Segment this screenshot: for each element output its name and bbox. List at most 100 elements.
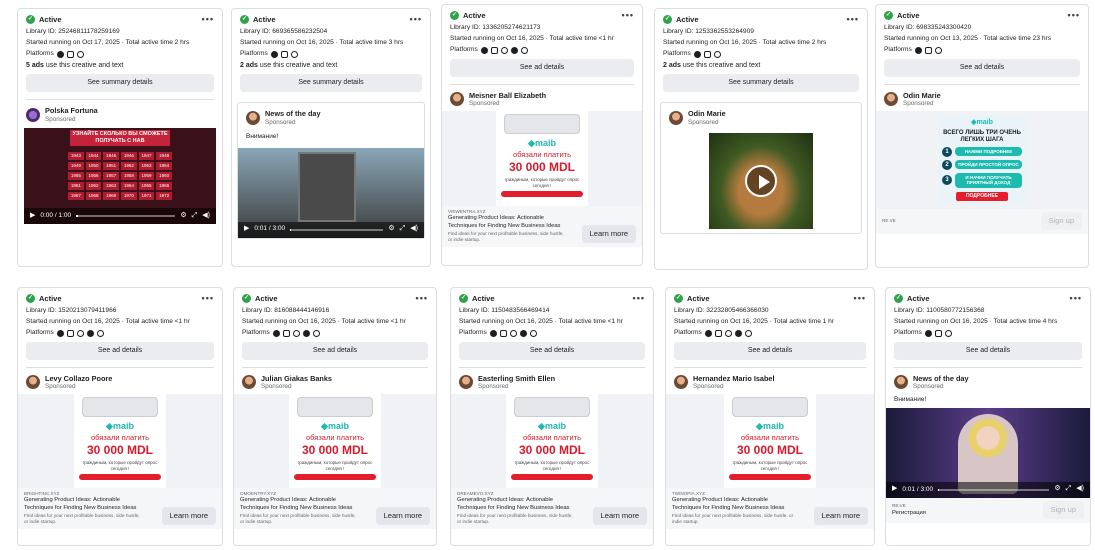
advertiser-name[interactable]: Odin Marie — [903, 91, 941, 100]
play-icon[interactable]: ▶ — [892, 485, 897, 494]
see-ad-details-button[interactable]: See ad details — [674, 341, 866, 360]
advertiser-name[interactable]: News of the day — [913, 374, 969, 383]
avatar[interactable] — [246, 110, 260, 125]
see-ad-details-button[interactable]: See ad details — [242, 341, 428, 360]
avatar[interactable] — [459, 375, 473, 390]
ad-image[interactable]: ◆maib обязали платить 30 000 MDL граждин… — [666, 393, 874, 488]
volume-icon[interactable]: ◀) — [1076, 485, 1084, 494]
sign-up-button[interactable]: Sign up — [1040, 211, 1082, 230]
advertiser-name[interactable]: News of the day — [265, 109, 321, 118]
platforms-label: Platforms — [674, 329, 702, 337]
learn-more-button[interactable]: Learn more — [161, 506, 216, 525]
advertiser-name[interactable]: Levy Collazo Poore — [45, 374, 112, 383]
more-options-icon[interactable]: ••• — [416, 293, 428, 304]
learn-more-button[interactable]: Learn more — [813, 506, 868, 525]
ad-image[interactable]: ◆maib обязали платить 30 000 MDL граждин… — [234, 393, 436, 488]
settings-icon[interactable]: ⚙ — [180, 212, 186, 221]
play-button-icon[interactable] — [745, 165, 777, 198]
see-summary-details-button[interactable]: See summary details — [26, 74, 214, 93]
avatar[interactable] — [450, 92, 464, 107]
avatar[interactable] — [669, 110, 683, 125]
avatar[interactable] — [884, 92, 898, 107]
ad-video[interactable]: УЗНАЙТЕ СКОЛЬКО ВЫ СМОЖЕТЕ ПОЛУЧАТЬ С НА… — [24, 128, 216, 225]
video-progress[interactable] — [76, 215, 176, 218]
ad-image[interactable]: ◆maib обязали платить 30 000 MDL граждин… — [18, 393, 222, 488]
threads-icon — [744, 330, 752, 338]
advertiser-row: Odin Marie Sponsored — [876, 85, 1088, 111]
more-options-icon[interactable]: ••• — [1068, 10, 1080, 21]
platforms-row: Platforms — [240, 50, 422, 59]
avatar[interactable] — [26, 107, 40, 122]
avatar[interactable] — [894, 375, 908, 390]
more-options-icon[interactable]: ••• — [410, 14, 422, 25]
status-row: ✓ Active ••• — [442, 5, 642, 21]
video-progress[interactable] — [290, 228, 384, 231]
learn-more-button[interactable]: Learn more — [592, 506, 647, 525]
play-icon[interactable]: ▶ — [244, 225, 249, 234]
learn-more-button[interactable]: Learn more — [375, 506, 430, 525]
sponsored-label: Sponsored — [265, 118, 296, 126]
avatar[interactable] — [674, 375, 688, 390]
advertiser-name[interactable]: Odin Marie — [688, 109, 726, 118]
cta-domain: DREAMEVO.XYZ — [457, 490, 494, 496]
advertiser-name[interactable]: Polska Fortuna — [45, 106, 98, 115]
video-progress[interactable] — [938, 488, 1050, 491]
see-summary-details-button[interactable]: See summary details — [663, 74, 859, 93]
threads-icon — [312, 330, 320, 338]
more-options-icon[interactable]: ••• — [622, 10, 634, 21]
more-options-icon[interactable]: ••• — [854, 293, 866, 304]
cta-headline: Generating Product Ideas: Actionable Tec… — [448, 215, 561, 229]
video-controls[interactable]: ▶ 0:01 / 3:00 ⚙ ⤢ ◀) — [886, 481, 1090, 498]
more-options-icon[interactable]: ••• — [847, 14, 859, 25]
play-icon[interactable]: ▶ — [30, 212, 35, 221]
advertiser-name[interactable]: Easterling Smith Ellen — [478, 374, 555, 383]
settings-icon[interactable]: ⚙ — [388, 225, 394, 234]
fullscreen-icon[interactable]: ⤢ — [1066, 485, 1072, 494]
ad-video[interactable] — [709, 133, 813, 230]
ad-image[interactable]: ◆maib обязали платить 30 000 MDL граждин… — [451, 393, 653, 488]
facebook-icon — [704, 330, 712, 338]
video-controls[interactable]: ▶ 0:00 / 1:00 ⚙ ⤢ ◀) — [24, 208, 216, 225]
sponsored-label: Sponsored — [688, 118, 719, 126]
see-ad-details-button[interactable]: See ad details — [26, 341, 214, 360]
avatar[interactable] — [242, 375, 256, 390]
sign-up-button[interactable]: Sign up — [1042, 500, 1084, 519]
platforms-row: Platforms — [894, 329, 1082, 338]
learn-more-button[interactable]: Learn more — [581, 224, 636, 243]
check-circle-icon: ✓ — [26, 294, 35, 303]
volume-icon[interactable]: ◀) — [202, 212, 210, 221]
video-controls[interactable]: ▶ 0:01 / 3:00 ⚙ ⤢ ◀) — [238, 221, 424, 238]
volume-icon[interactable]: ◀) — [410, 225, 418, 234]
see-summary-details-button[interactable]: See summary details — [240, 74, 422, 93]
ad-card: ✓ Active ••• Library ID: 816088444146916 … — [233, 287, 437, 546]
avatar[interactable] — [26, 375, 40, 390]
advertiser-name[interactable]: Julian Giakas Banks — [261, 374, 332, 383]
see-ad-details-button[interactable]: See ad details — [894, 341, 1082, 360]
year-cell: 1948 — [156, 152, 172, 161]
see-ad-details-button[interactable]: See ad details — [459, 341, 645, 360]
ad-image[interactable]: ◆maib ВСЕГО ЛИШЬ ТРИ ОЧЕНЬ ЛЕГКИХ ШАГА 1… — [876, 110, 1088, 209]
ad-video[interactable]: ▶ 0:01 / 3:00 ⚙ ⤢ ◀) — [886, 407, 1090, 498]
fullscreen-icon[interactable]: ⤢ — [192, 212, 198, 221]
maib-logo: ◆maib — [538, 420, 566, 431]
see-ad-details-button[interactable]: See ad details — [884, 58, 1080, 77]
ad-video[interactable]: ▶ 0:01 / 3:00 ⚙ ⤢ ◀) — [238, 147, 424, 238]
ad-image[interactable]: ◆maib обязали платить 30 000 MDL граждин… — [442, 110, 642, 206]
advertiser-name[interactable]: Hernandez Mario Isabel — [693, 374, 775, 383]
see-ad-details-button[interactable]: See ad details — [450, 58, 634, 77]
platforms-row: Platforms — [242, 329, 428, 338]
fullscreen-icon[interactable]: ⤢ — [400, 225, 406, 234]
cta-headline: Generating Product Ideas: Actionable Tec… — [672, 497, 785, 511]
library-id: Library ID: 32232805466366030 — [674, 307, 769, 314]
status-row: ✓ Active ••• — [18, 9, 222, 25]
year-cell: 1962 — [85, 182, 102, 191]
settings-icon[interactable]: ⚙ — [1054, 485, 1060, 494]
facebook-icon — [924, 330, 932, 338]
more-options-icon[interactable]: ••• — [202, 293, 214, 304]
more-options-icon[interactable]: ••• — [1070, 293, 1082, 304]
advertiser-name[interactable]: Meisner Ball Elizabeth — [469, 91, 546, 100]
more-options-icon[interactable]: ••• — [633, 293, 645, 304]
ad-meta: Library ID: 1336205274621173 Started run… — [442, 21, 642, 55]
more-options-icon[interactable]: ••• — [202, 14, 214, 25]
status-label: Active — [897, 10, 920, 20]
